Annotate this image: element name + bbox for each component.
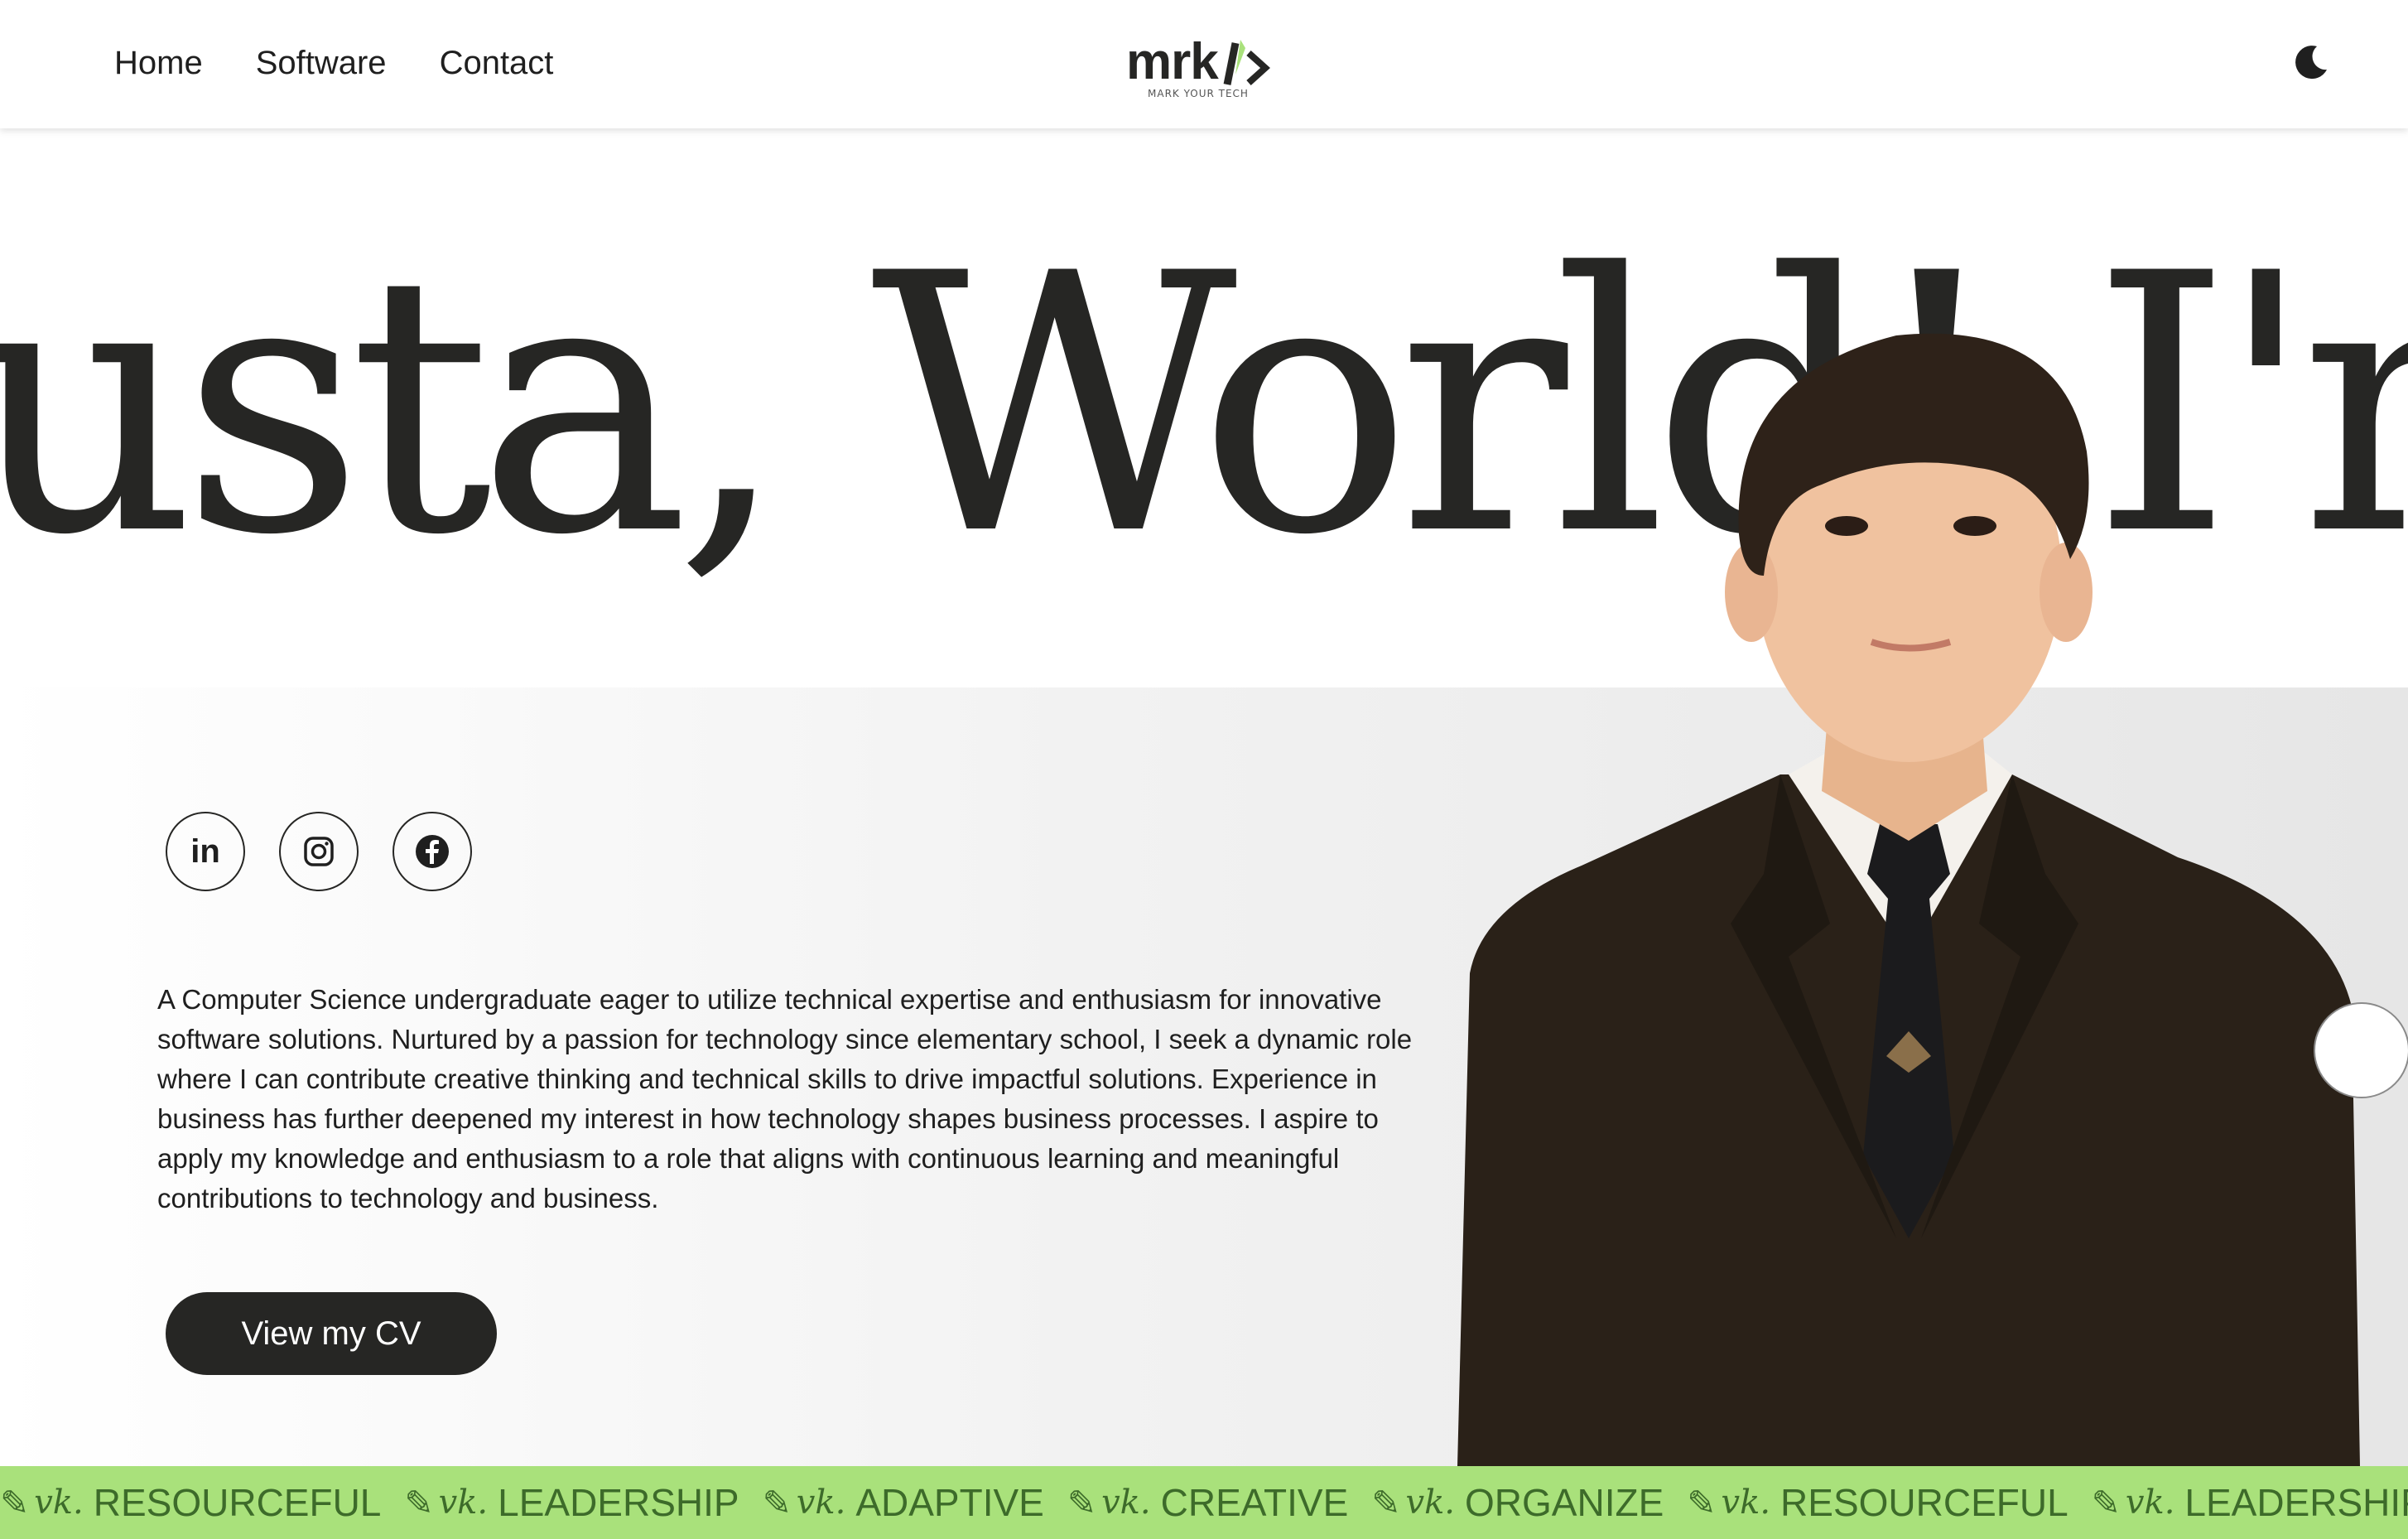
- marquee-label: LEADERSHIP: [2184, 1481, 2408, 1524]
- signature-icon: vk.: [34, 1484, 84, 1522]
- marquee-item: ✎ vk. LEADERSHIP: [404, 1480, 739, 1525]
- view-cv-button[interactable]: View my CV: [166, 1292, 497, 1375]
- nav-links: Home Software Contact: [114, 40, 553, 86]
- instagram-icon: [304, 837, 334, 866]
- instagram-button[interactable]: [279, 812, 359, 891]
- skills-marquee: ✎ vk. RESOURCEFUL ✎ vk. LEADERSHIP ✎ vk. ADAPTIV…: [0, 1466, 2408, 1539]
- signature-icon: vk.: [1405, 1484, 1456, 1522]
- pencil-icon: ✎: [1371, 1483, 1401, 1522]
- marquee-item: ✎ vk. LEADERSHIP: [2092, 1480, 2408, 1525]
- scroll-circle-button[interactable]: [2314, 1002, 2408, 1098]
- signature-icon: vk.: [1721, 1484, 1771, 1522]
- navbar: Home Software Contact mrk MARK YOUR TECH: [0, 0, 2408, 128]
- marquee-item: ✎ vk. ADAPTIVE: [763, 1480, 1044, 1525]
- logo[interactable]: mrk MARK YOUR TECH: [1126, 31, 1283, 106]
- pencil-icon: ✎: [1067, 1483, 1097, 1522]
- pencil-icon: ✎: [1687, 1483, 1717, 1522]
- nav-link-software[interactable]: Software: [256, 40, 387, 86]
- pencil-icon: ✎: [0, 1483, 30, 1522]
- facebook-button[interactable]: [393, 812, 472, 891]
- marquee-item: ✎ vk. CREATIVE: [1067, 1480, 1348, 1525]
- marquee-label: ORGANIZE: [1465, 1481, 1664, 1524]
- marquee-label: LEADERSHIP: [498, 1481, 739, 1524]
- marquee-track: ✎ vk. RESOURCEFUL ✎ vk. LEADERSHIP ✎ vk. ADAPTIV…: [0, 1480, 2408, 1525]
- moon-icon[interactable]: [2292, 41, 2332, 81]
- nav-link-home[interactable]: Home: [114, 40, 203, 86]
- marquee-label: RESOURCEFUL: [1780, 1481, 2068, 1524]
- nav-link-contact[interactable]: Contact: [440, 40, 554, 86]
- linkedin-button[interactable]: in: [166, 812, 245, 891]
- logo-subtitle: MARK YOUR TECH: [1148, 88, 1249, 99]
- signature-icon: vk.: [796, 1484, 846, 1522]
- marquee-label: CREATIVE: [1160, 1481, 1349, 1524]
- signature-icon: vk.: [1101, 1484, 1151, 1522]
- marquee-item: ✎ vk. RESOURCEFUL: [0, 1480, 381, 1525]
- bio-text: A Computer Science undergraduate eager t…: [157, 984, 1413, 1213]
- signature-icon: vk.: [438, 1484, 489, 1522]
- pencil-icon: ✎: [762, 1483, 792, 1522]
- marquee-label: ADAPTIVE: [855, 1481, 1044, 1524]
- pencil-icon: ✎: [404, 1483, 434, 1522]
- logo-text: mrk: [1126, 33, 1219, 90]
- page: Home Software Contact mrk MARK YOUR TECH…: [0, 0, 2408, 1539]
- marquee-label: RESOURCEFUL: [93, 1481, 382, 1524]
- pencil-icon: ✎: [2091, 1483, 2121, 1522]
- marquee-item: ✎ vk. ORGANIZE: [1371, 1480, 1664, 1525]
- social-links: in: [166, 812, 472, 891]
- facebook-icon: [416, 835, 449, 868]
- marquee-item: ✎ vk. RESOURCEFUL: [1687, 1480, 2068, 1525]
- portrait-image: [1457, 333, 2360, 1466]
- linkedin-icon: in: [190, 832, 220, 870]
- logo-code-icon: [1223, 40, 1270, 85]
- signature-icon: vk.: [2125, 1484, 2175, 1522]
